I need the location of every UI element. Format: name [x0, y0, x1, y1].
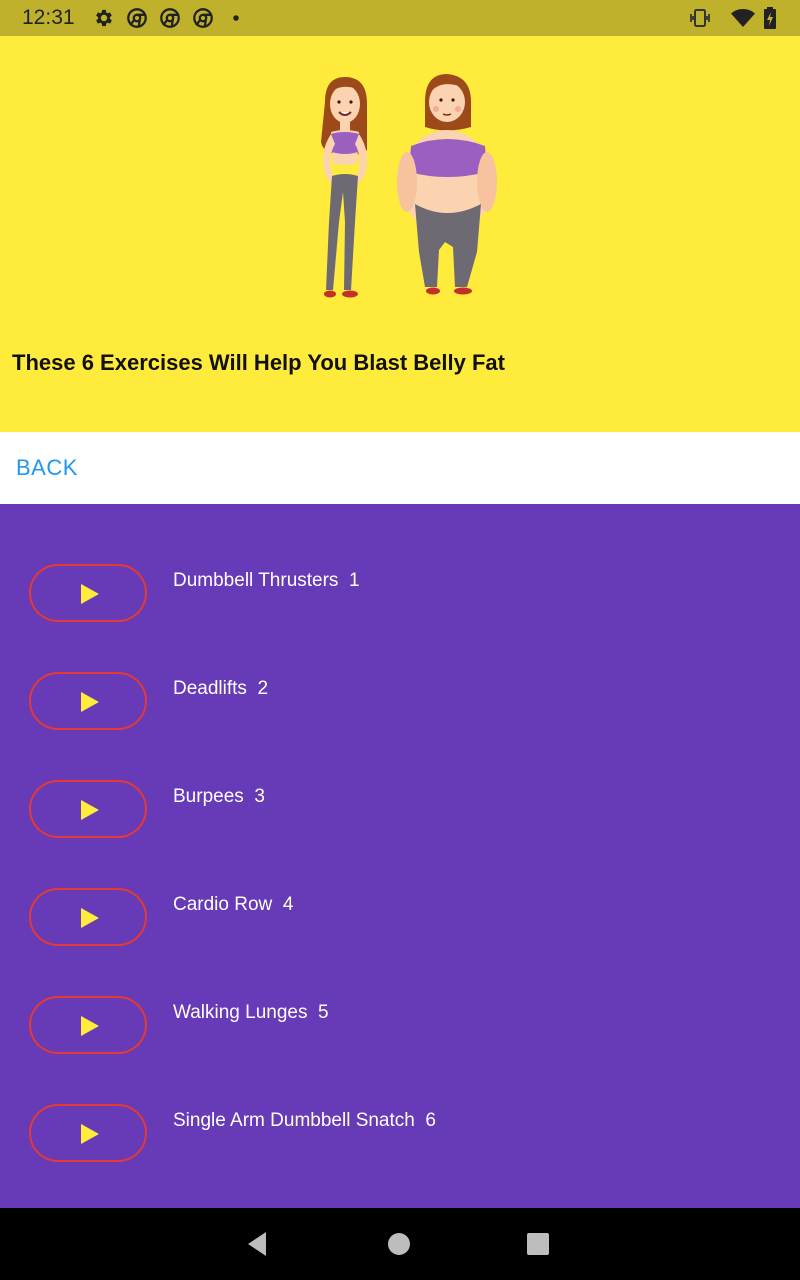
- overweight-woman-figure: [397, 74, 497, 295]
- exercise-label: Cardio Row 4: [173, 894, 294, 915]
- exercise-label: Burpees 3: [173, 786, 265, 807]
- list-item: Walking Lunges 5: [0, 936, 800, 1054]
- screen: 12:31 These 6 Exercises Will Help You Bl…: [0, 0, 800, 1280]
- gear-icon: [96, 9, 112, 27]
- vibrate-icon: [690, 9, 710, 27]
- list-item: Burpees 3: [0, 720, 800, 838]
- play-button[interactable]: [29, 1104, 147, 1162]
- exercise-label: Deadlifts 2: [173, 678, 269, 699]
- play-icon: [81, 800, 99, 820]
- wifi-icon: [731, 9, 755, 27]
- play-icon: [81, 1124, 99, 1144]
- back-triangle-icon[interactable]: [240, 1228, 276, 1260]
- back-button[interactable]: BACK: [0, 432, 100, 504]
- chrome-icon: [160, 8, 180, 28]
- list-item: Single Arm Dumbbell Snatch 6: [0, 1044, 800, 1162]
- play-icon: [81, 908, 99, 928]
- list-item: Deadlifts 2: [0, 612, 800, 730]
- header: These 6 Exercises Will Help You Blast Be…: [0, 36, 800, 432]
- slim-vs-overweight-illustration: [321, 74, 497, 298]
- battery-icon: [764, 7, 776, 29]
- chrome-icon: [127, 8, 147, 28]
- navigation-bar: [0, 1208, 800, 1280]
- exercise-label: Walking Lunges 5: [173, 1002, 329, 1023]
- play-icon: [81, 692, 99, 712]
- list-item: Dumbbell Thrusters 1: [0, 504, 800, 622]
- status-time: 12:31: [22, 6, 75, 29]
- list-item: Cardio Row 4: [0, 828, 800, 946]
- back-bar: BACK: [0, 432, 800, 504]
- exercise-label: Dumbbell Thrusters 1: [173, 570, 360, 591]
- exercise-list: Dumbbell Thrusters 1 Deadlifts 2 Burpees…: [0, 504, 800, 1208]
- home-circle-icon[interactable]: [381, 1228, 417, 1260]
- page-title: These 6 Exercises Will Help You Blast Be…: [12, 350, 505, 375]
- exercise-label: Single Arm Dumbbell Snatch 6: [173, 1110, 436, 1131]
- recents-square-icon[interactable]: [520, 1228, 556, 1260]
- play-icon: [81, 1016, 99, 1036]
- status-bar: 12:31: [0, 0, 800, 36]
- dot-icon: [233, 15, 239, 21]
- slim-woman-figure: [321, 77, 367, 298]
- play-icon: [81, 584, 99, 604]
- chrome-icon: [193, 8, 213, 28]
